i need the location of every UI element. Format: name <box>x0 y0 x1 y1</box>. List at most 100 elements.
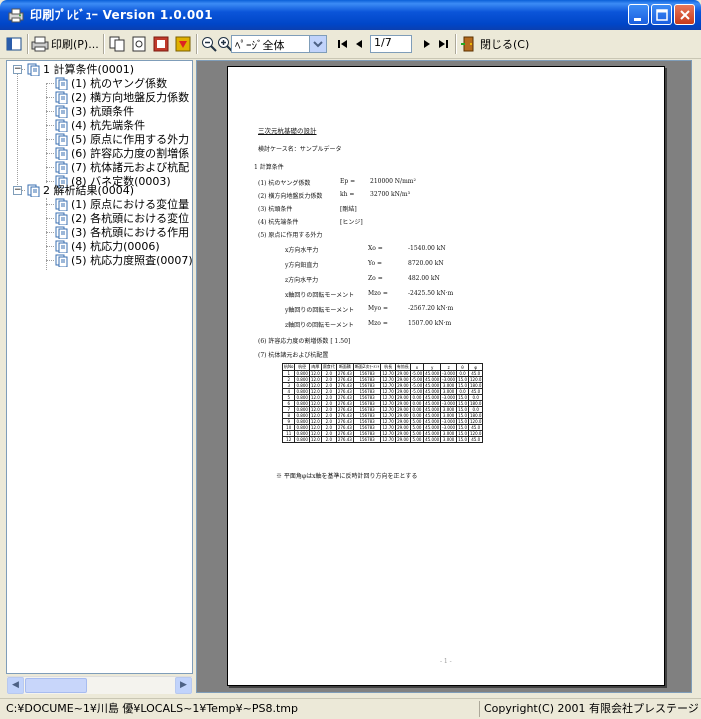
table-cell: 276.43 <box>335 418 354 425</box>
tree-item-2-1[interactable]: (1) 原点における変位量 <box>55 197 189 211</box>
doc-case-line: 検討ケース名：サンプルデータ <box>258 146 342 153</box>
last-page-button[interactable] <box>436 33 450 55</box>
table-cell: 0.800 <box>294 370 310 377</box>
close-icon <box>680 10 690 20</box>
document-icon <box>55 91 68 104</box>
page-number-field[interactable]: 1/7 <box>370 35 412 53</box>
tree-item-1-3[interactable]: (3) 杭頭条件 <box>55 104 134 118</box>
table-header: 腐食代 <box>320 363 337 371</box>
table-cell: -5.00 <box>409 376 425 383</box>
previous-page-button[interactable] <box>352 33 366 55</box>
table-cell: 276.43 <box>335 400 354 407</box>
table-cell: -3.000 <box>440 376 458 383</box>
table-cell: 180.0 <box>467 382 484 389</box>
doc-item-value: 32700 kN/m³ <box>370 191 410 198</box>
maximize-icon <box>656 9 668 21</box>
print-button[interactable]: 印刷(P)... <box>31 33 99 55</box>
chevron-down-icon[interactable] <box>309 36 326 52</box>
document-icon <box>27 184 40 197</box>
table-cell: 12.70 <box>380 400 396 407</box>
table-cell: 120.0 <box>467 430 484 437</box>
tree-group-1[interactable]: 1 計算条件(0001) <box>27 62 134 76</box>
tree-item-2-3[interactable]: (3) 各杭頭における作用 <box>55 225 189 239</box>
table-cell: 0.800 <box>294 418 310 425</box>
pdf-button[interactable] <box>174 33 192 55</box>
next-page-icon <box>424 40 430 48</box>
table-cell: -3.000 <box>440 418 458 425</box>
tree-item-1-5[interactable]: (5) 原点に作用する外力 <box>55 132 189 146</box>
table-cell: 12.70 <box>380 376 396 383</box>
force-value: -2567.20 kN·m <box>408 305 454 312</box>
table-cell: 12.70 <box>380 430 396 437</box>
force-sym: Mzo = <box>368 290 388 297</box>
minimize-button[interactable] <box>628 4 649 25</box>
table-row: 4 0.800 12.0 2.0 276.43 156783 12.70 29.00 -5.00… <box>281 388 484 395</box>
table-cell: 29.00 <box>394 382 411 389</box>
page-setup-button[interactable] <box>130 33 148 55</box>
table-cell: -3.000 <box>440 400 458 407</box>
table-cell: 15.0 <box>456 382 469 389</box>
tree-item-1-1[interactable]: (1) 杭のヤング係数 <box>55 76 167 90</box>
app-printer-icon <box>8 8 24 23</box>
page-footer: - 1 - <box>440 658 452 665</box>
table-cell: 12.0 <box>308 430 322 437</box>
table-header: 杭径 <box>294 363 310 371</box>
scroll-thumb[interactable] <box>25 678 87 693</box>
tree-item-1-4[interactable]: (4) 杭先端条件 <box>55 118 145 132</box>
export-button[interactable] <box>152 33 170 55</box>
scroll-right-button[interactable]: ▶ <box>175 677 192 694</box>
table-cell: 45.000 <box>423 418 442 425</box>
table-cell: -5.00 <box>409 370 425 377</box>
table-cell: 0.800 <box>294 376 310 383</box>
next-page-button[interactable] <box>420 33 434 55</box>
force-value: 482.00 kN <box>408 275 440 282</box>
collapse-toggle-group-1[interactable]: − <box>13 65 22 74</box>
table-cell: 45.000 <box>423 400 442 407</box>
table-cell: 0.800 <box>294 406 310 413</box>
force-sym: Yo = <box>368 260 382 267</box>
table-cell: 276.43 <box>335 376 354 383</box>
table-cell: 15.0 <box>456 436 469 443</box>
collapse-toggle-group-2[interactable]: − <box>13 186 22 195</box>
tree-item-1-2[interactable]: (2) 横方向地盤反力係数 <box>55 90 189 104</box>
status-path: C:¥DOCUME~1¥川島 優¥LOCALS~1¥Temp¥~PS8.tmp <box>6 702 298 715</box>
table-cell: 15.0 <box>456 400 469 407</box>
table-cell: 12.0 <box>308 418 322 425</box>
tree-item-2-2[interactable]: (2) 各杭頭における変位 <box>55 211 189 225</box>
close-preview-button[interactable]: 閉じる(C) <box>460 33 529 55</box>
table-row: 12 0.800 12.0 2.0 276.43 156783 12.70 29.00 5.00… <box>281 436 484 443</box>
tree-item-1-6[interactable]: (6) 許容応力度の割増係 <box>55 146 189 160</box>
document-icon <box>55 77 68 90</box>
force-label: z軸回りの回転モーメント <box>285 322 354 329</box>
close-label: 閉じる(C) <box>480 38 530 51</box>
table-cell: 12.70 <box>380 370 396 377</box>
tree-item-1-7[interactable]: (7) 杭体諸元および杭配 <box>55 160 189 174</box>
table-cell: 45.000 <box>423 394 442 401</box>
table-header: 肉厚 <box>308 363 322 371</box>
tree-item-2-5[interactable]: (5) 杭応力度照査(0007) <box>55 253 192 267</box>
scroll-left-button[interactable]: ◀ <box>7 677 24 694</box>
table-row: 6 0.800 12.0 2.0 276.43 156783 12.70 29.00 0.00 4… <box>281 400 484 407</box>
first-page-button[interactable] <box>336 33 350 55</box>
document-icon <box>55 254 68 267</box>
table-row: 5 0.800 12.0 2.0 276.43 156783 12.70 29.00 0.00 4… <box>281 394 484 401</box>
table-row: 11 0.800 12.0 2.0 276.43 156783 12.70 29.00 5.00… <box>281 430 484 437</box>
copy-button[interactable] <box>108 33 126 55</box>
table-cell: 0.800 <box>294 430 310 437</box>
table-cell: 15.0 <box>456 406 469 413</box>
maximize-button[interactable] <box>651 4 672 25</box>
table-cell: 15.0 <box>456 376 469 383</box>
toggle-outline-button[interactable] <box>5 33 23 55</box>
tree-item-2-4[interactable]: (4) 杭応力(0006) <box>55 239 160 253</box>
close-window-button[interactable] <box>674 4 695 25</box>
tree-group-2[interactable]: 2 解析結果(0004) <box>27 183 134 197</box>
tree-horizontal-scrollbar[interactable]: ◀ ▶ <box>7 676 192 694</box>
pdf-icon <box>175 36 191 52</box>
table-cell: 12 <box>281 436 296 443</box>
table-cell: 45.000 <box>423 388 442 395</box>
zoom-select[interactable]: ﾍﾟｰｼﾞ全体 <box>231 35 327 53</box>
table-cell: 12.70 <box>380 406 396 413</box>
table-cell: 12.70 <box>380 382 396 389</box>
outline-tree[interactable]: − − 1 計算条件(0001) (1) 杭のヤング係数 (2) 横方向地盤反力… <box>6 60 193 674</box>
table-header: y <box>423 363 442 371</box>
